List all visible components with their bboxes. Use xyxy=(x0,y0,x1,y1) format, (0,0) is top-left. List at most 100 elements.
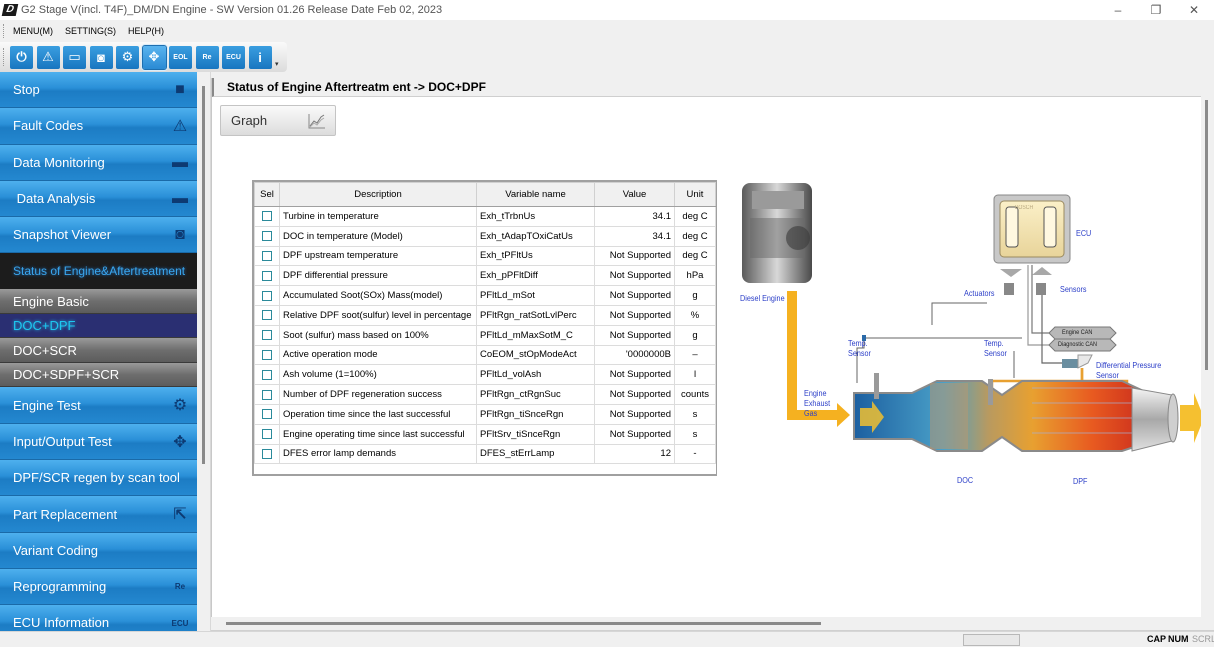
main-vscroll-thumb[interactable] xyxy=(1205,100,1208,370)
toolbar-button-power[interactable]: ⏻ xyxy=(10,45,33,69)
cell-variable-name: Exh_tAdapTOxiCatUs xyxy=(476,225,595,247)
row-checkbox[interactable] xyxy=(262,409,272,420)
toolbar: ⏻ ⚠ ▭ ◙ ⚙ ✥ EOL Re ECU i ▾ xyxy=(0,42,287,72)
toolbar-button-engine-test[interactable]: ⚙ xyxy=(116,45,139,69)
warning-icon: ⚠ xyxy=(172,118,188,136)
cell-value: 34.1 xyxy=(594,225,675,247)
row-checkbox[interactable] xyxy=(262,290,272,301)
sidebar-scrollbar[interactable] xyxy=(197,72,211,631)
label-ecu-brand: BOSCH xyxy=(1015,205,1034,211)
table-row[interactable]: DPF upstream temperature Exh_tPFltUs Not S… xyxy=(254,245,716,267)
row-checkbox[interactable] xyxy=(262,270,272,281)
menu-help[interactable]: HELP(H) xyxy=(128,26,164,36)
row-checkbox[interactable] xyxy=(262,448,272,459)
sidebar-section-status-of-engine-aftertreatment[interactable]: Status of Engine&Aftertreatment xyxy=(0,253,197,290)
cell-unit: - xyxy=(674,443,716,465)
table-row[interactable]: DOC in temperature (Model) Exh_tAdapTOxiC… xyxy=(254,225,716,247)
main-horizontal-scrollbar[interactable] xyxy=(211,617,1214,631)
toolbar-button-camera[interactable]: ◙ xyxy=(89,45,113,69)
toolbar-grip[interactable] xyxy=(3,48,5,66)
table-row[interactable]: Turbine in temperature Exh_tTrbnUs 34.1 deg… xyxy=(254,206,716,227)
sidebar-item-part-replacement[interactable]: Part Replacement ⇱ xyxy=(0,496,197,533)
sidebar-subitem-doc-scr[interactable]: DOC+SCR xyxy=(0,338,197,363)
table-row[interactable]: Number of DPF regeneration success PFltRg… xyxy=(254,384,716,405)
camera-icon: ◙ xyxy=(175,226,185,244)
toolbar-button-info[interactable]: i xyxy=(248,45,272,69)
table-row[interactable]: Ash volume (1=100%) PFltLd_volAsh Not Supp… xyxy=(254,364,716,386)
header-value[interactable]: Value xyxy=(594,182,675,207)
header-unit[interactable]: Unit xyxy=(674,182,716,207)
sidebar-item-stop[interactable]: Stop ■ xyxy=(0,72,197,109)
header-variable-name[interactable]: Variable name xyxy=(476,182,595,207)
toolbar-button-io-test[interactable]: ✥ xyxy=(141,44,167,70)
toolbar-overflow-icon[interactable]: ▾ xyxy=(275,60,281,68)
cell-value: Not Supported xyxy=(594,265,675,287)
sidebar-subitem-doc-dpf[interactable]: DOC+DPF xyxy=(0,313,197,339)
sidebar-subitem-engine-basic[interactable]: Engine Basic xyxy=(0,289,197,314)
table-row[interactable]: Soot (sulfur) mass based on 100% PFltLd_m… xyxy=(254,324,716,346)
toolbar-button-monitor[interactable]: ▭ xyxy=(63,45,86,69)
row-checkbox[interactable] xyxy=(262,429,272,440)
cell-variable-name: Exh_tPFltUs xyxy=(476,245,595,267)
row-checkbox[interactable] xyxy=(262,250,272,261)
toolbar-button-reprogramming[interactable]: Re xyxy=(195,45,219,69)
cell-value: Not Supported xyxy=(594,384,675,405)
sidebar-item-snapshot-viewer[interactable]: Snapshot Viewer ◙ xyxy=(0,217,197,254)
menubar-grip[interactable] xyxy=(3,24,5,38)
cell-unit: hPa xyxy=(674,265,716,287)
cell-unit: g xyxy=(674,285,716,306)
num-indicator: NUM xyxy=(1168,634,1189,644)
sidebar-subitem-doc-sdpf-scr[interactable]: DOC+SDPF+SCR xyxy=(0,362,197,388)
label-engine-exhaust-gas: Engine Exhaust Gas xyxy=(804,388,831,418)
row-checkbox[interactable] xyxy=(262,310,272,321)
menu-menu[interactable]: MENU(M) xyxy=(13,26,53,36)
row-checkbox[interactable] xyxy=(262,369,272,380)
sidebar-item-data-analysis[interactable]: Data Analysis ▬ xyxy=(0,180,197,218)
sidebar-item-ecu-information[interactable]: ECU Information ECU xyxy=(0,605,197,631)
sidebar-item-label: ECU Information xyxy=(13,615,110,631)
row-checkbox[interactable] xyxy=(262,211,272,222)
menu-setting[interactable]: SETTING(S) xyxy=(65,26,116,36)
table-row[interactable]: DFES error lamp demands DFES_stErrLamp 12- xyxy=(254,443,716,465)
sidebar-item-reprogramming[interactable]: Reprogramming Re xyxy=(0,568,197,606)
cell-variable-name: PFltRgn_tiSnceRgn xyxy=(476,403,595,425)
cell-description: Ash volume (1=100%) xyxy=(279,364,477,386)
toolbar-button-eol[interactable]: EOL xyxy=(169,45,192,69)
toolbar-button-ecu[interactable]: ECU xyxy=(222,45,245,69)
table-row[interactable]: Accumulated Soot(SOx) Mass(model) PFltLd_… xyxy=(254,285,716,306)
row-checkbox[interactable] xyxy=(262,389,272,400)
table-row[interactable]: Operation time since the last successful… xyxy=(254,403,716,425)
header-sel[interactable]: Sel xyxy=(254,182,280,207)
close-button[interactable]: ✕ xyxy=(1176,0,1212,20)
toolbar-button-warning[interactable]: ⚠ xyxy=(36,45,60,69)
sidebar-scroll-thumb[interactable] xyxy=(202,86,205,464)
graph-button[interactable]: Graph xyxy=(220,105,336,136)
sidebar-item-engine-test[interactable]: Engine Test ⚙ xyxy=(0,387,197,424)
cell-value: Not Supported xyxy=(594,364,675,386)
sidebar-item-dpf-scr-regen-by-scan-tool[interactable]: DPF/SCR regen by scan tool xyxy=(0,460,197,497)
row-checkbox[interactable] xyxy=(262,330,272,341)
main-vertical-scrollbar[interactable] xyxy=(1201,78,1214,618)
sidebar-item-label: Part Replacement xyxy=(13,506,118,522)
table-row[interactable]: Relative DPF soot(sulfur) level in perce… xyxy=(254,304,716,326)
sidebar-item-fault-codes[interactable]: Fault Codes ⚠ xyxy=(0,108,197,145)
sidebar-item-input-output-test[interactable]: Input/Output Test ✥ xyxy=(0,423,197,461)
cell-unit: s xyxy=(674,403,716,425)
sidebar-item-label: Variant Coding xyxy=(13,542,99,558)
table-row[interactable]: Active operation mode CoEOM_stOpModeAct '0… xyxy=(254,344,716,366)
row-select-cell xyxy=(254,304,280,326)
minimize-button[interactable]: – xyxy=(1100,0,1136,20)
eol-icon: EOL xyxy=(173,53,188,61)
io-test-icon: ✥ xyxy=(173,433,187,451)
table-row[interactable]: DPF differential pressure Exh_pPFltDiff No… xyxy=(254,265,716,287)
main-hscroll-thumb[interactable] xyxy=(226,622,821,625)
cell-description: DPF upstream temperature xyxy=(279,245,477,267)
sidebar-item-data-monitoring[interactable]: Data Monitoring ▬ xyxy=(0,144,197,181)
header-description[interactable]: Description xyxy=(279,182,477,207)
sidebar-item-variant-coding[interactable]: Variant Coding xyxy=(0,532,197,569)
ecu-icon: ECU xyxy=(171,618,189,628)
table-row[interactable]: Engine operating time since last success… xyxy=(254,423,716,445)
row-checkbox[interactable] xyxy=(262,349,272,360)
restore-button[interactable]: ❐ xyxy=(1138,0,1174,20)
row-checkbox[interactable] xyxy=(262,231,272,242)
